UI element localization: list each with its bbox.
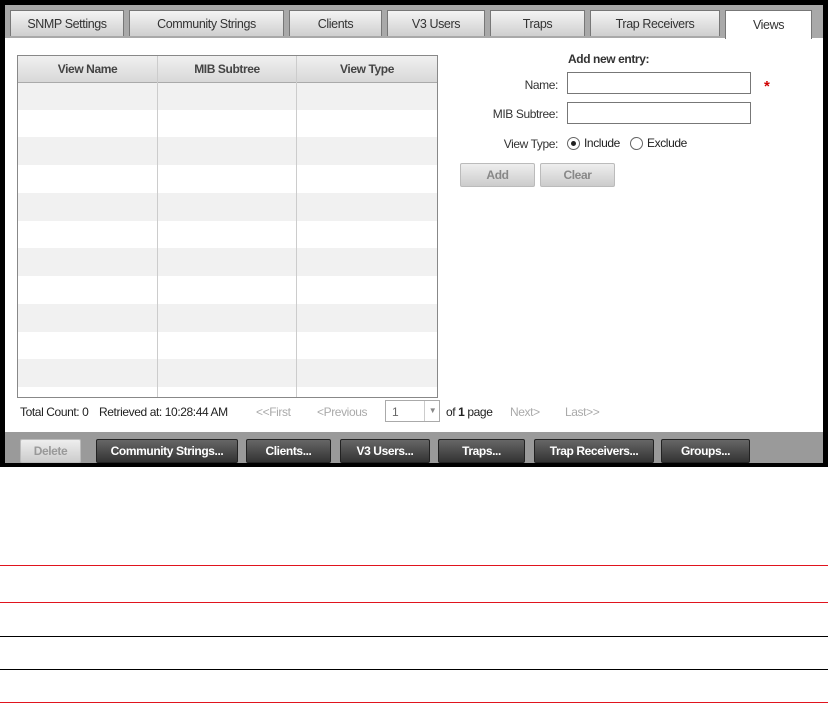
divider: [0, 669, 828, 670]
chevron-down-icon[interactable]: ▼: [424, 401, 440, 421]
table-row-empty: [18, 192, 437, 221]
tab-trap-receivers[interactable]: Trap Receivers: [590, 10, 720, 36]
table-row-empty: [18, 82, 437, 110]
tab-clients[interactable]: Clients: [289, 10, 382, 36]
required-icon: *: [764, 78, 770, 95]
last-page-link[interactable]: Last>>: [565, 405, 600, 419]
table-row-empty: [18, 331, 437, 359]
name-label: Name:: [524, 78, 559, 92]
community-strings-button[interactable]: Community Strings...: [96, 439, 238, 463]
previous-page-link[interactable]: <Previous: [317, 405, 368, 419]
tab-v3-users[interactable]: V3 Users: [387, 10, 485, 36]
page-select-value: 1: [392, 405, 399, 419]
first-page-link[interactable]: <<First: [256, 405, 291, 419]
radio-selected-icon: [567, 137, 580, 151]
name-input[interactable]: [567, 72, 751, 94]
page-select[interactable]: 1 ▼: [385, 400, 440, 422]
column-header-mib-subtree[interactable]: MIB Subtree: [158, 56, 296, 83]
column-header-view-name[interactable]: View Name: [18, 56, 157, 83]
tab-views[interactable]: Views: [725, 10, 812, 39]
radio-unselected-icon: [630, 137, 643, 151]
total-count: Total Count: 0: [20, 405, 89, 419]
mib-subtree-label: MIB Subtree:: [492, 107, 559, 121]
divider: [0, 636, 828, 637]
tab-bar: SNMP Settings Community Strings Clients …: [5, 5, 823, 39]
view-type-label: View Type:: [503, 137, 559, 151]
form-title: Add new entry:: [568, 52, 650, 66]
retrieved-at: Retrieved at: 10:28:44 AM: [99, 405, 228, 419]
views-table: View Name MIB Subtree View Type: [17, 55, 438, 398]
clients-button[interactable]: Clients...: [246, 439, 331, 463]
trap-receivers-button[interactable]: Trap Receivers...: [534, 439, 654, 463]
table-row-empty: [18, 165, 437, 193]
table-row-empty: [18, 248, 437, 277]
table-row-empty: [18, 359, 437, 387]
column-header-view-type[interactable]: View Type: [297, 56, 437, 83]
divider-red: [0, 565, 828, 566]
radio-exclude[interactable]: Exclude: [630, 136, 687, 151]
add-button[interactable]: Add: [460, 163, 535, 187]
table-row-empty: [18, 137, 437, 166]
radio-exclude-label: Exclude: [647, 136, 687, 150]
mib-subtree-input[interactable]: [567, 102, 751, 124]
page-count: of 1 page: [446, 405, 493, 419]
v3-users-button[interactable]: V3 Users...: [340, 439, 430, 463]
divider-red: [0, 602, 828, 603]
delete-button[interactable]: Delete: [20, 439, 81, 463]
table-row-empty: [18, 276, 437, 304]
radio-include-label: Include: [584, 136, 620, 150]
tab-traps[interactable]: Traps: [490, 10, 585, 36]
tab-snmp-settings[interactable]: SNMP Settings: [10, 10, 124, 36]
table-row-empty: [18, 303, 437, 332]
column-divider: [157, 56, 158, 397]
clear-button[interactable]: Clear: [540, 163, 615, 187]
traps-button[interactable]: Traps...: [438, 439, 525, 463]
next-page-link[interactable]: Next>: [510, 405, 540, 419]
column-divider: [296, 56, 297, 397]
tab-community-strings[interactable]: Community Strings: [129, 10, 284, 36]
radio-include[interactable]: Include: [567, 136, 620, 151]
table-row-empty: [18, 110, 437, 138]
table-row-empty: [18, 221, 437, 249]
groups-button[interactable]: Groups...: [661, 439, 750, 463]
table-row-empty: [18, 387, 437, 397]
